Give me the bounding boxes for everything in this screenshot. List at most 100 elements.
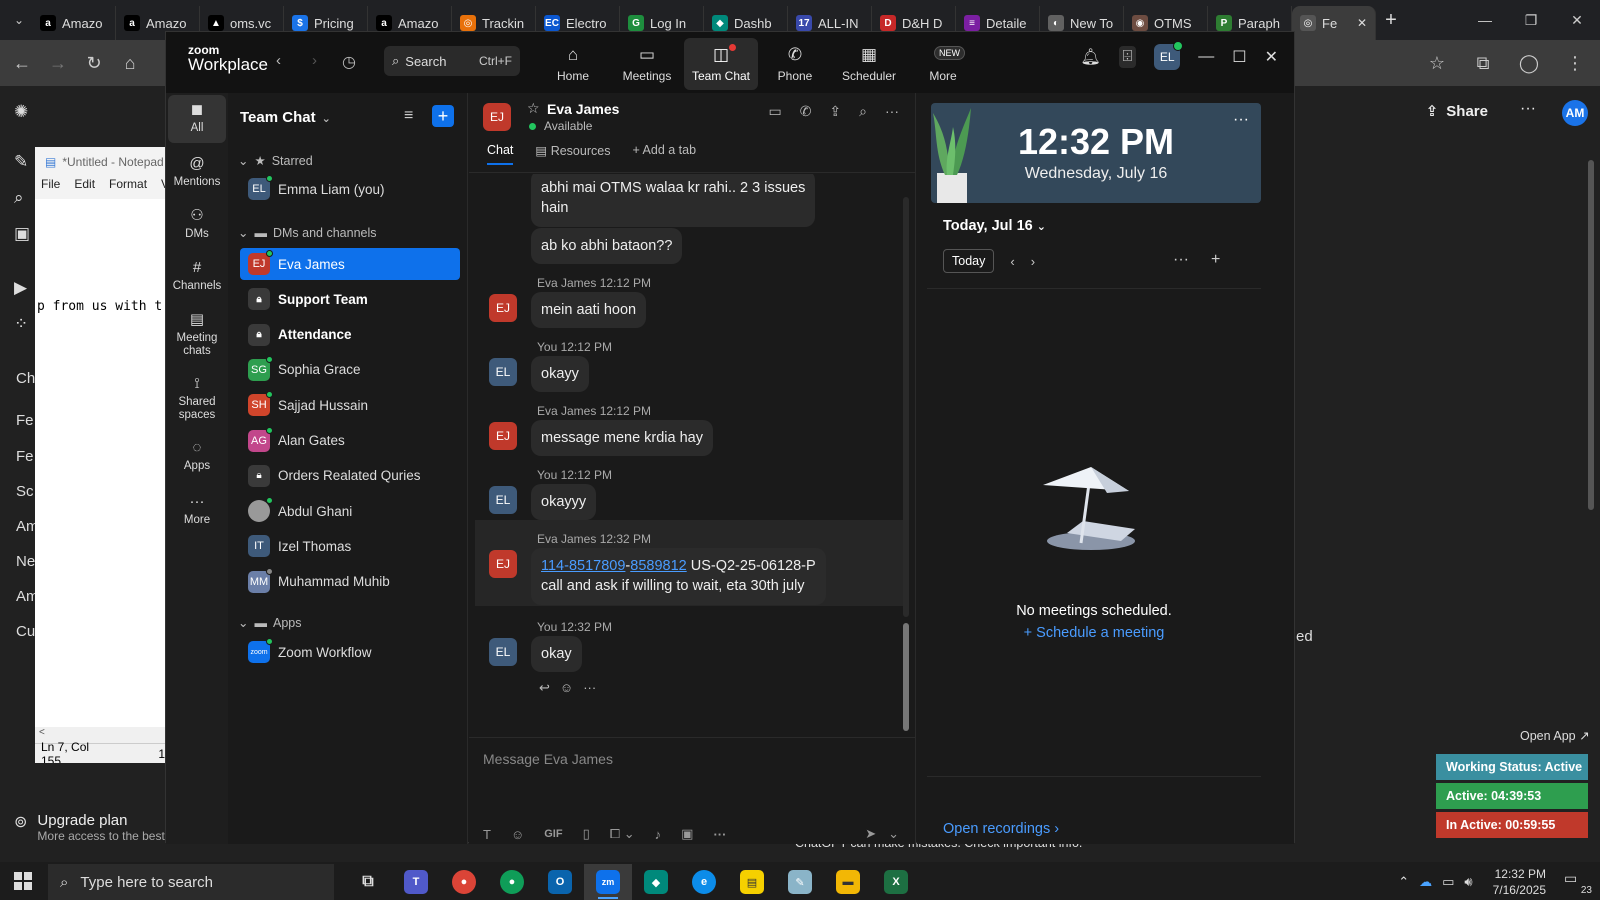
app-feather-icon[interactable]: ✎ bbox=[776, 864, 824, 900]
tray-chevron-icon[interactable]: ⌃ bbox=[1398, 874, 1409, 890]
chrome-profile-icon[interactable]: ● bbox=[488, 864, 536, 900]
chat-list-item[interactable]: AG Alan Gates bbox=[240, 425, 460, 457]
onedrive-icon[interactable]: ☁ bbox=[1419, 874, 1432, 890]
message-more-icon[interactable]: ··· bbox=[583, 680, 596, 696]
rail-more[interactable]: ··· More bbox=[168, 487, 226, 531]
share-button[interactable]: ⇪ Share bbox=[1426, 102, 1488, 121]
format-text-icon[interactable]: T bbox=[483, 827, 491, 842]
calendar-day-selector[interactable]: Today, Jul 16 ⌄ bbox=[943, 218, 1046, 234]
nav-scheduler[interactable]: ▦ Scheduler bbox=[832, 38, 906, 90]
notepad-menu-item[interactable]: File bbox=[41, 177, 60, 199]
browser-tab[interactable]: a Amazo bbox=[32, 6, 116, 40]
nav-team-chat[interactable]: ◫ Team Chat bbox=[684, 38, 758, 90]
openai-logo-icon[interactable]: ✺ bbox=[14, 102, 28, 122]
contact-name[interactable]: Eva James bbox=[547, 101, 619, 117]
chat-tab-resources[interactable]: ▤ Resources bbox=[535, 143, 610, 165]
excel-icon[interactable]: X bbox=[872, 864, 920, 900]
message-avatar[interactable]: EL bbox=[489, 638, 517, 666]
gpts-icon[interactable]: ⁘ bbox=[14, 314, 28, 334]
message-avatar[interactable]: EJ bbox=[489, 422, 517, 450]
phone-link[interactable]: 8589812 bbox=[630, 558, 686, 574]
rail-meeting-chats[interactable]: ▤ Meeting chats bbox=[168, 305, 226, 363]
chat-list-item[interactable]: 🔒︎ Orders Realated Quries bbox=[240, 460, 460, 492]
sora-icon[interactable]: ▶ bbox=[14, 278, 27, 298]
section-dms[interactable]: ⌄ ▬ DMs and channels bbox=[238, 225, 377, 241]
clock-more-icon[interactable]: ··· bbox=[1233, 111, 1249, 129]
message-avatar[interactable]: EL bbox=[489, 358, 517, 386]
tray-clock[interactable]: 12:32 PM 7/16/2025 bbox=[1493, 866, 1546, 898]
rail-all[interactable]: ◼ All bbox=[168, 95, 226, 143]
zoom-maximize-icon[interactable]: ☐ bbox=[1232, 47, 1246, 67]
search-icon[interactable]: ⌕ bbox=[14, 188, 24, 208]
share-screen-icon[interactable]: ⇪ bbox=[829, 103, 841, 120]
file-explorer-icon[interactable]: ▬ bbox=[824, 864, 872, 900]
nav-phone[interactable]: ✆ Phone bbox=[758, 38, 832, 90]
new-chat-icon[interactable]: ✎ bbox=[14, 152, 28, 172]
gpt-avatar[interactable]: AM bbox=[1562, 100, 1588, 126]
message-avatar[interactable]: EJ bbox=[489, 294, 517, 322]
gpt-scrollbar[interactable] bbox=[1588, 160, 1594, 510]
chat-scroll-track[interactable] bbox=[903, 197, 909, 617]
message-list[interactable]: abhi mai OTMS walaa kr rahi.. 2 3 issues… bbox=[469, 174, 915, 714]
chat-list-item[interactable]: EJ Eva James bbox=[240, 248, 460, 280]
notepad-text-area[interactable]: p from us with t bbox=[35, 199, 165, 727]
taskbar-search[interactable]: ⌕ Type here to search bbox=[48, 864, 334, 900]
extensions-icon[interactable]: ⧉ bbox=[1468, 48, 1498, 78]
history-icon[interactable]: ◷ bbox=[342, 52, 356, 72]
reply-icon[interactable]: ↩ bbox=[539, 680, 550, 696]
add-reaction-icon[interactable]: ☺ bbox=[560, 680, 573, 696]
message-input[interactable] bbox=[483, 748, 903, 770]
chat-list-item[interactable]: 🔒︎ Attendance bbox=[240, 319, 460, 351]
video-message-icon[interactable]: ▣ bbox=[681, 826, 693, 842]
zoom-taskbar-icon[interactable]: zm bbox=[584, 864, 632, 900]
chat-tab-chat[interactable]: Chat bbox=[487, 143, 514, 165]
notification-bell-icon[interactable]: 🔔︎ bbox=[1080, 47, 1100, 67]
back-icon[interactable]: ← bbox=[8, 50, 36, 76]
chrome-icon[interactable]: ● bbox=[440, 864, 488, 900]
notepad-menu-item[interactable]: Format bbox=[109, 177, 147, 199]
message-bubble[interactable]: okayyy bbox=[531, 484, 597, 521]
phone-call-icon[interactable]: ✆ bbox=[800, 103, 812, 120]
gpt-chat-item[interactable]: Ne bbox=[16, 553, 35, 570]
notepad-menu-item[interactable]: Edit bbox=[74, 177, 95, 199]
phone-link[interactable]: 114-8517809 bbox=[541, 558, 625, 574]
rail-mentions[interactable]: @ Mentions bbox=[168, 149, 226, 193]
rail-apps[interactable]: ◌ Apps bbox=[168, 433, 226, 477]
sticky-notes-icon[interactable]: ▤ bbox=[728, 864, 776, 900]
message-bubble[interactable]: okayy bbox=[531, 356, 589, 393]
chat-list-item[interactable]: MM Muhammad Muhib bbox=[240, 566, 460, 598]
chat-tab-add-a-tab[interactable]: + Add a tab bbox=[632, 143, 696, 165]
new-chat-plus-button[interactable]: + bbox=[432, 105, 454, 127]
rail-shared-spaces[interactable]: ⟟ Shared spaces bbox=[168, 369, 226, 427]
reload-icon[interactable]: ↻ bbox=[80, 50, 108, 76]
rail-channels[interactable]: # Channels bbox=[168, 253, 226, 297]
message-bubble[interactable]: mein aati hoon bbox=[531, 292, 647, 329]
section-apps[interactable]: ⌄ ▬ Apps bbox=[238, 615, 301, 631]
app-diamond-icon[interactable]: ◆ bbox=[632, 864, 680, 900]
network-icon[interactable]: ▭ bbox=[1442, 874, 1454, 890]
gpt-chat-item[interactable]: Sc bbox=[16, 483, 34, 500]
chat-more-icon[interactable]: ··· bbox=[885, 103, 899, 120]
message-avatar[interactable]: EJ bbox=[489, 550, 517, 578]
message-bubble[interactable]: abhi mai OTMS walaa kr rahi.. 2 3 issues… bbox=[531, 174, 816, 227]
tab-search-icon[interactable]: ⌄ bbox=[6, 7, 32, 33]
gpt-chat-item[interactable]: Fe bbox=[16, 448, 34, 465]
chat-search-icon[interactable]: ⌕ bbox=[859, 103, 867, 120]
zoom-user-avatar[interactable]: EL bbox=[1154, 41, 1184, 70]
message-bubble[interactable]: message mene krdia hay bbox=[531, 420, 713, 457]
message-bubble[interactable]: okay bbox=[531, 636, 582, 673]
chat-list-item[interactable]: 🔒︎ Support Team bbox=[240, 283, 460, 315]
schedule-meeting-link[interactable]: + Schedule a meeting bbox=[917, 625, 1271, 641]
zoom-close-icon[interactable]: ✕ bbox=[1265, 47, 1278, 67]
prev-day-icon[interactable]: ‹ bbox=[1010, 254, 1014, 269]
gpt-chat-item[interactable]: Cu bbox=[16, 623, 35, 640]
nav-home[interactable]: ⌂ Home bbox=[536, 38, 610, 90]
restore-icon[interactable]: ❐ bbox=[1508, 0, 1554, 40]
chat-list-item[interactable]: Abdul Ghani bbox=[240, 495, 460, 527]
gpt-chat-item[interactable]: Ch bbox=[16, 370, 35, 387]
send-options-icon[interactable]: ⌄ bbox=[888, 826, 899, 842]
rail-dms[interactable]: ⚇ DMs bbox=[168, 201, 226, 245]
zoom-minimize-icon[interactable]: — bbox=[1198, 48, 1214, 66]
nav-more[interactable]: ⋯MoreNEW bbox=[906, 38, 980, 90]
chat-list-item[interactable]: SH Sajjad Hussain bbox=[240, 389, 460, 421]
